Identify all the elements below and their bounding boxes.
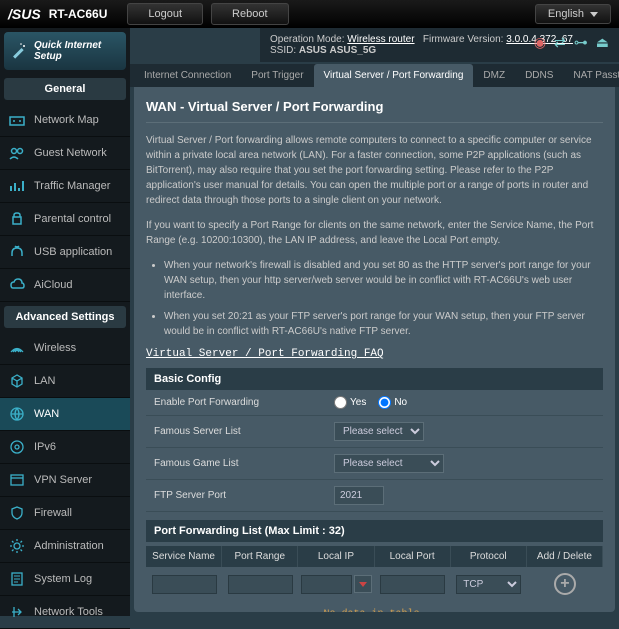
brand-logo: /SUS [8, 6, 41, 22]
tab-ddns[interactable]: DDNS [515, 64, 563, 87]
tab-nat-passthrough[interactable]: NAT Passthrough [563, 64, 619, 87]
nav-icon [8, 243, 26, 261]
nav-firewall[interactable]: Firewall [0, 497, 130, 530]
nav-icon [8, 603, 26, 621]
nav-icon [8, 405, 26, 423]
nav-icon [8, 537, 26, 555]
nav-icon [8, 471, 26, 489]
status-icons: ◉ ⇄ ⊶ ⏏ [534, 34, 609, 51]
nav-wan[interactable]: WAN [0, 398, 130, 431]
local-port-input[interactable] [380, 575, 445, 594]
enable-yes[interactable]: Yes [334, 396, 366, 409]
pf-list-header: Port Forwarding List (Max Limit : 32) [146, 520, 603, 542]
nav-system-log[interactable]: System Log [0, 563, 130, 596]
model-name: RT-AC66U [49, 7, 108, 21]
nav-icon [8, 570, 26, 588]
sidebar: Quick Internet Setup General Network Map… [0, 28, 130, 616]
nav-icon [8, 504, 26, 522]
main-area: Operation Mode: Wireless router Firmware… [130, 28, 619, 616]
nav-icon [8, 339, 26, 357]
logout-button[interactable]: Logout [127, 3, 203, 25]
nav-icon [8, 210, 26, 228]
nav-network-map[interactable]: Network Map [0, 104, 130, 137]
tab-dmz[interactable]: DMZ [473, 64, 515, 87]
no-data-text: No data in table. [146, 601, 603, 612]
bullet-1: When your network's firewall is disabled… [164, 258, 603, 303]
nav-icon [8, 372, 26, 390]
nav-guest-network[interactable]: Guest Network [0, 137, 130, 170]
nav-ipv6[interactable]: IPv6 [0, 431, 130, 464]
wand-icon [10, 42, 28, 60]
tab-virtual-server-port-forwarding[interactable]: Virtual Server / Port Forwarding [314, 64, 474, 87]
eject-icon[interactable]: ⏏ [596, 34, 609, 51]
opmode-link[interactable]: Wireless router [347, 34, 414, 45]
page-title: WAN - Virtual Server / Port Forwarding [146, 99, 603, 123]
quick-internet-setup[interactable]: Quick Internet Setup [4, 32, 126, 70]
reboot-button[interactable]: Reboot [211, 3, 288, 25]
ssid-1: ASUS [299, 45, 327, 56]
nav-vpn-server[interactable]: VPN Server [0, 464, 130, 497]
ip-dropdown-icon[interactable] [354, 575, 372, 593]
header-bar: /SUS RT-AC66U Logout Reboot English [0, 0, 619, 28]
nav-administration[interactable]: Administration [0, 530, 130, 563]
pf-input-row: TCP + [146, 567, 603, 601]
local-ip-input[interactable] [301, 575, 352, 594]
famous-game-select[interactable]: Please select [334, 454, 444, 473]
service-name-input[interactable] [152, 575, 217, 594]
section-general: General [4, 78, 126, 100]
ssid-2: ASUS_5G [329, 45, 376, 56]
pf-table-header: Service Name Port Range Local IP Local P… [146, 546, 603, 567]
content-panel: WAN - Virtual Server / Port Forwarding V… [134, 87, 615, 612]
nav-icon [8, 438, 26, 456]
protocol-select[interactable]: TCP [456, 575, 521, 594]
nav-wireless[interactable]: Wireless [0, 332, 130, 365]
nav-traffic-manager[interactable]: Traffic Manager [0, 170, 130, 203]
nav-icon [8, 177, 26, 195]
language-selector[interactable]: English [535, 4, 611, 24]
famous-server-label: Famous Server List [154, 426, 334, 437]
bullet-2: When you set 20:21 as your FTP server's … [164, 309, 603, 339]
usb-icon[interactable]: ⊶ [574, 34, 588, 51]
enable-no[interactable]: No [378, 396, 407, 409]
nav-parental-control[interactable]: Parental control [0, 203, 130, 236]
tab-bar: Internet ConnectionPort TriggerVirtual S… [130, 64, 619, 87]
tab-port-trigger[interactable]: Port Trigger [241, 64, 313, 87]
nav-network-tools[interactable]: Network Tools [0, 596, 130, 629]
desc-1: Virtual Server / Port forwarding allows … [146, 133, 603, 208]
ftp-port-input[interactable] [334, 486, 384, 505]
port-range-input[interactable] [228, 575, 293, 594]
chevron-down-icon [590, 12, 598, 17]
nav-lan[interactable]: LAN [0, 365, 130, 398]
enable-label: Enable Port Forwarding [154, 397, 334, 408]
section-advanced: Advanced Settings [4, 306, 126, 328]
nav-icon [8, 276, 26, 294]
link-icon[interactable]: ⇄ [554, 34, 566, 51]
nav-aicloud[interactable]: AiCloud [0, 269, 130, 302]
person-icon[interactable]: ◉ [534, 34, 546, 51]
famous-server-select[interactable]: Please select [334, 422, 424, 441]
ftp-port-label: FTP Server Port [154, 490, 334, 501]
basic-config-header: Basic Config [146, 368, 603, 390]
desc-2: If you want to specify a Port Range for … [146, 218, 603, 248]
tab-internet-connection[interactable]: Internet Connection [134, 64, 241, 87]
faq-link[interactable]: Virtual Server / Port Forwarding FAQ [146, 348, 384, 360]
nav-usb-application[interactable]: USB application [0, 236, 130, 269]
famous-game-label: Famous Game List [154, 458, 334, 469]
info-bar: Operation Mode: Wireless router Firmware… [260, 28, 619, 62]
nav-icon [8, 111, 26, 129]
add-row-button[interactable]: + [554, 573, 576, 595]
nav-icon [8, 144, 26, 162]
